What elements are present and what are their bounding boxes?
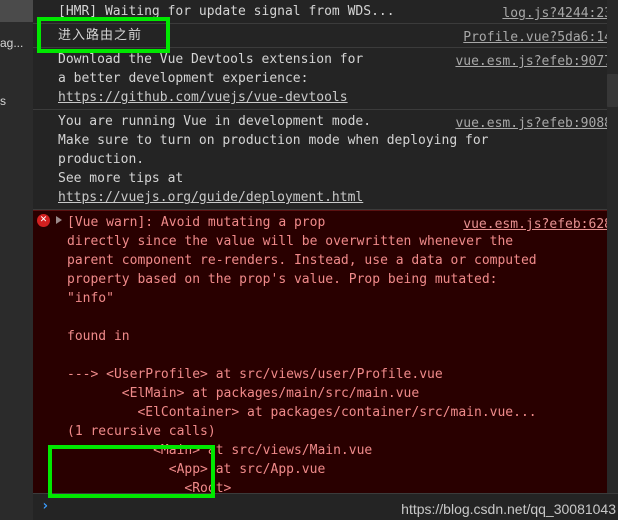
console-scrollbar-thumb[interactable] — [607, 74, 618, 107]
console-message-list[interactable]: [HMR] Waiting for update signal from WDS… — [33, 0, 618, 520]
console-stack-line: (1 recursive calls) — [67, 424, 216, 439]
console-message-text: parent component re-renders. Instead, us… — [67, 253, 537, 268]
prompt-caret-icon: › — [41, 498, 50, 514]
console-message-text: found in — [67, 329, 130, 344]
console-message-row[interactable]: You are running Vue in development mode.… — [33, 110, 618, 210]
left-panel-toolbar — [0, 0, 33, 22]
console-message-text: property based on the prop's value. Prop… — [67, 272, 498, 287]
console-message-text: "info" — [67, 291, 114, 306]
console-message-text: directly since the value will be overwri… — [67, 234, 514, 249]
left-side-panel: ag... s — [0, 0, 33, 520]
console-scrollbar-track[interactable] — [607, 0, 618, 493]
watermark-text: https://blog.csdn.net/qq_30081043 — [401, 501, 616, 517]
console-stack-line: <ElContainer> at packages/container/src/… — [67, 405, 537, 420]
console-message-text: Make sure to turn on production mode whe… — [58, 133, 489, 148]
console-source-link[interactable]: Profile.vue?5da6:14 — [463, 28, 612, 47]
console-message-text-prefix: See more tips at — [58, 171, 192, 186]
left-panel-label-1: ag... — [0, 36, 24, 50]
console-message-link[interactable]: https://vuejs.org/guide/deployment.html — [58, 190, 363, 205]
console-error-row[interactable]: ✕ [Vue warn]: Avoid mutating a prop vue.… — [33, 210, 618, 501]
console-message-row[interactable]: [HMR] Waiting for update signal from WDS… — [33, 0, 618, 24]
left-panel-label-2: s — [0, 94, 6, 108]
console-stack-line: ---> <UserProfile> at src/views/user/Pro… — [67, 367, 443, 382]
console-source-link[interactable]: vue.esm.js?efeb:9077 — [455, 52, 612, 71]
devtools-console-window: ag... s [HMR] Waiting for update signal … — [0, 0, 618, 520]
console-source-link[interactable]: vue.esm.js?efeb:628 — [463, 215, 612, 234]
console-source-link[interactable]: log.js?4244:23 — [502, 4, 612, 23]
console-message-text: production. — [58, 152, 145, 167]
console-input[interactable] — [57, 498, 357, 516]
console-message-text-with-link: See more tips at https://vuejs.org/guide… — [58, 169, 612, 207]
console-message-row[interactable]: Download the Vue Devtools extension for … — [33, 48, 618, 110]
console-source-link[interactable]: vue.esm.js?efeb:9088 — [455, 114, 612, 133]
console-message-row[interactable]: 进入路由之前 Profile.vue?5da6:14 — [33, 24, 618, 48]
console-stack-line: <ElMain> at packages/main/src/main.vue — [67, 386, 420, 401]
console-message-text: a better development experience: — [58, 71, 309, 86]
console-stack-line: <App> at src/App.vue — [67, 462, 326, 477]
console-message-link[interactable]: https://github.com/vuejs/vue-devtools — [58, 88, 612, 107]
console-stack-line: <Main> at src/views/Main.vue — [67, 443, 373, 458]
